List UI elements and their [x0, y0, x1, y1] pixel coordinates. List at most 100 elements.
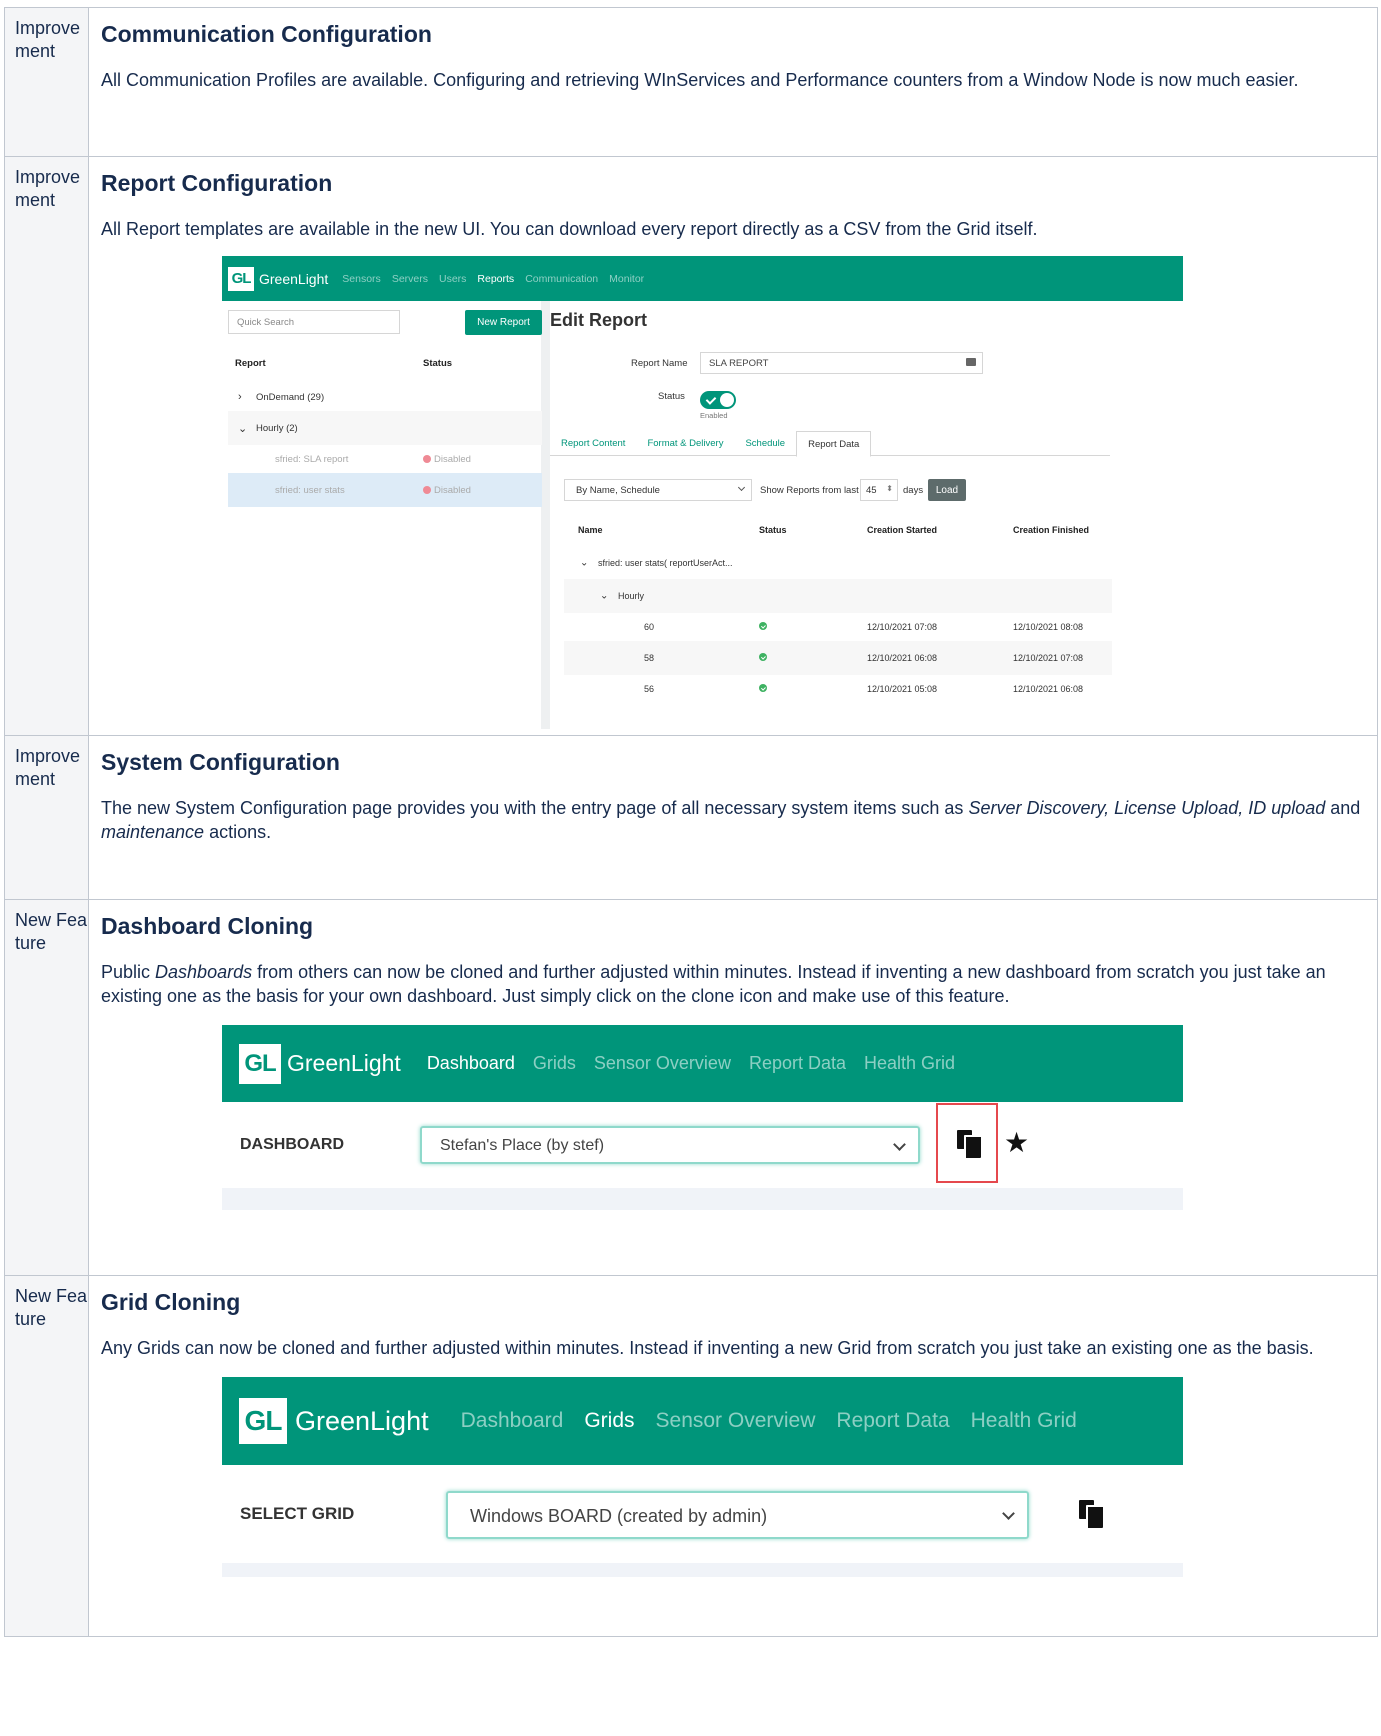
- status-toggle[interactable]: [700, 391, 736, 409]
- text-emphasis: maintenance: [101, 822, 205, 842]
- status-label: Status: [658, 391, 685, 402]
- nav-servers[interactable]: Servers: [392, 273, 428, 285]
- cell-finished: 12/10/2021 06:08: [1013, 684, 1084, 694]
- group-label: OnDemand (29): [256, 391, 325, 403]
- list-header-status: Status: [423, 358, 453, 369]
- nav-report-data[interactable]: Report Data: [836, 1409, 949, 1433]
- new-report-button[interactable]: New Report: [465, 310, 542, 335]
- nav-sensors[interactable]: Sensors: [342, 273, 381, 285]
- greenlight-logo: GL GreenLight: [228, 266, 328, 291]
- text-emphasis: Server Discovery, License Upload, ID upl…: [968, 798, 1326, 818]
- chevron-right-icon: ›: [238, 391, 242, 403]
- sort-select[interactable]: By Name, Schedule: [564, 479, 752, 501]
- main-nav: Dashboard Grids Sensor Overview Report D…: [427, 1053, 973, 1074]
- tab-report-data[interactable]: Report Data: [796, 431, 872, 457]
- text-part: The new System Configuration page provid…: [101, 798, 969, 818]
- dashboard-label: DASHBOARD: [240, 1136, 344, 1153]
- tab-format-delivery[interactable]: Format & Delivery: [636, 431, 734, 455]
- days-stepper[interactable]: 45 ⬍: [860, 479, 898, 501]
- nav-dashboard[interactable]: Dashboard: [461, 1409, 564, 1433]
- table-row[interactable]: 60 12/10/2021 07:08 12/10/2021 08:08: [564, 610, 1112, 644]
- list-header: Report Status: [228, 353, 542, 380]
- logo-mark: GL: [228, 266, 254, 291]
- tree-root-label: sfried: user stats( reportUserAct...: [598, 558, 733, 568]
- table-row[interactable]: 58 12/10/2021 06:08 12/10/2021 07:08: [564, 641, 1112, 675]
- status-badge: Disabled: [423, 454, 471, 465]
- note-row: Improvement Report Configuration All Rep…: [4, 156, 1378, 736]
- note-text: All Report templates are available in th…: [101, 219, 1038, 239]
- chevron-down-icon: ⌄: [238, 422, 248, 435]
- quick-search-input[interactable]: Quick Search: [228, 310, 400, 334]
- nav-sensor-overview[interactable]: Sensor Overview: [594, 1053, 731, 1074]
- group-label: Hourly (2): [256, 422, 298, 434]
- cell-finished: 12/10/2021 08:08: [1013, 622, 1084, 632]
- list-group-hourly[interactable]: ⌄ Hourly (2): [228, 411, 542, 445]
- nav-dashboard[interactable]: Dashboard: [427, 1053, 515, 1074]
- nav-users[interactable]: Users: [439, 273, 466, 285]
- dashboard-select[interactable]: Stefan's Place (by stef): [420, 1126, 920, 1164]
- note-row: New Feature Grid Cloning Any Grids can n…: [4, 1275, 1378, 1637]
- table-row[interactable]: 56 12/10/2021 05:08 12/10/2021 06:08: [564, 672, 1112, 706]
- grid-select[interactable]: Windows BOARD (created by admin): [446, 1491, 1029, 1539]
- grid-screenshot: GL GreenLight Dashboard Grids Sensor Ove…: [222, 1377, 1183, 1577]
- nav-grids[interactable]: Grids: [584, 1409, 634, 1433]
- nav-communication[interactable]: Communication: [525, 273, 598, 285]
- list-group-ondemand[interactable]: › OnDemand (29): [228, 380, 542, 414]
- cell-name: 60: [644, 622, 655, 632]
- cell-started: 12/10/2021 05:08: [867, 684, 938, 694]
- main-nav: Sensors Servers Users Reports Communicat…: [342, 273, 655, 285]
- clone-icon[interactable]: [1079, 1500, 1103, 1528]
- nav-report-data[interactable]: Report Data: [749, 1053, 846, 1074]
- note-text: The new System Configuration page provid…: [101, 796, 1365, 844]
- status-dot-icon: [423, 485, 431, 494]
- chevron-down-icon: ⌄: [580, 557, 589, 569]
- report-tabs: Report Content Format & Delivery Schedul…: [550, 431, 1110, 457]
- note-row: New Feature Dashboard Cloning Public Das…: [4, 899, 1378, 1276]
- status-badge: Disabled: [423, 485, 471, 496]
- edit-report-panel: Edit Report Report Name SLA REPORT Statu…: [550, 301, 1183, 729]
- main-nav: Dashboard Grids Sensor Overview Report D…: [461, 1409, 1098, 1433]
- note-text: Any Grids can now be cloned and further …: [101, 1338, 1314, 1358]
- star-icon[interactable]: ★: [1004, 1129, 1029, 1157]
- note-body: Dashboard Cloning Public Dashboards from…: [88, 899, 1378, 1276]
- text-part: Public: [101, 962, 156, 982]
- report-name-input[interactable]: SLA REPORT: [700, 352, 983, 374]
- status-text: Disabled: [434, 484, 471, 496]
- dashboard-screenshot: GL GreenLight Dashboard Grids Sensor Ove…: [222, 1025, 1183, 1210]
- list-item[interactable]: sfried: SLA report Disabled: [228, 442, 542, 476]
- text-part: actions.: [204, 822, 272, 842]
- brand-name: GreenLight: [287, 1050, 401, 1076]
- nav-health-grid[interactable]: Health Grid: [864, 1053, 955, 1074]
- cell-name: 56: [644, 684, 655, 694]
- edit-report-title: Edit Report: [550, 310, 647, 330]
- note-type: New Feature: [4, 1275, 89, 1637]
- tab-report-content[interactable]: Report Content: [550, 431, 636, 455]
- note-title: System Configuration: [101, 749, 340, 775]
- col-creation-finished: Creation Finished: [1013, 525, 1090, 535]
- tab-schedule[interactable]: Schedule: [734, 431, 796, 455]
- text-part: from others can now be cloned and furthe…: [101, 962, 1326, 1006]
- nav-sensor-overview[interactable]: Sensor Overview: [656, 1409, 816, 1433]
- tree-row-root[interactable]: ⌄ sfried: user stats( reportUserAct...: [564, 546, 1112, 580]
- days-label: days: [903, 485, 924, 496]
- status-ok-icon: [759, 653, 767, 663]
- list-header-report: Report: [235, 358, 266, 369]
- note-type: Improvement: [4, 7, 89, 157]
- nav-grids[interactable]: Grids: [533, 1053, 576, 1074]
- nav-monitor[interactable]: Monitor: [609, 273, 644, 285]
- note-body: Grid Cloning Any Grids can now be cloned…: [88, 1275, 1378, 1637]
- brand-name: GreenLight: [295, 1405, 429, 1436]
- nav-health-grid[interactable]: Health Grid: [971, 1409, 1077, 1433]
- status-dot-icon: [423, 454, 431, 463]
- nav-reports[interactable]: Reports: [477, 273, 514, 285]
- note-text: All Communication Profiles are available…: [101, 70, 1299, 90]
- note-body: Communication Configuration All Communic…: [88, 7, 1378, 157]
- load-button[interactable]: Load: [928, 479, 966, 501]
- note-title: Communication Configuration: [101, 21, 432, 47]
- note-body: System Configuration The new System Conf…: [88, 735, 1378, 900]
- clone-icon[interactable]: [957, 1130, 981, 1158]
- text-emphasis: Dashboards: [155, 962, 253, 982]
- content-strip: [222, 1188, 1183, 1210]
- list-item[interactable]: sfried: user stats Disabled: [228, 473, 542, 507]
- tree-row-group[interactable]: ⌄ Hourly: [564, 579, 1112, 613]
